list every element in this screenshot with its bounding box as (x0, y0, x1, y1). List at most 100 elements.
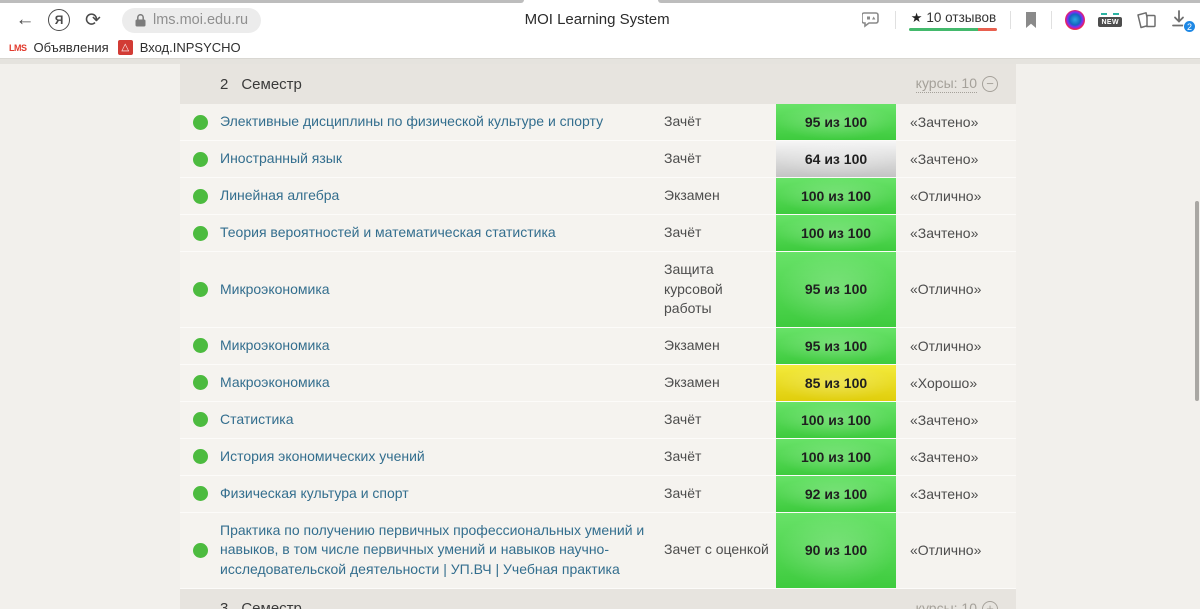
new-dashes-icon (1101, 13, 1119, 15)
lms-page: 2 Семестр курсы: 10 − Элективные дисципл… (0, 64, 1200, 609)
status-dot-cell (180, 412, 220, 427)
bookmark-item-inpsycho[interactable]: △ Вход.INPSYCHO (118, 40, 241, 55)
expand-icon[interactable]: + (982, 601, 998, 609)
grade-text: «Зачтено» (896, 225, 1016, 241)
status-dot-green-icon (193, 189, 208, 204)
semester-label: Семестр (241, 600, 302, 609)
star-icon: ★ (911, 10, 923, 26)
pyramid-icon: △ (121, 43, 129, 53)
score-badge: 85 из 100 (776, 365, 896, 401)
course-row: История экономических учений Зачёт 100 и… (180, 439, 1016, 476)
url-text: lms.moi.edu.ru (153, 12, 248, 28)
courses-count-link[interactable]: курсы: 10 (916, 75, 977, 93)
course-link[interactable]: Практика по получению первичных професси… (220, 513, 664, 588)
site-comments-icon[interactable] (862, 11, 882, 29)
lock-icon (135, 14, 146, 27)
assessment-type: Экзамен (664, 328, 776, 364)
grade-text: «Зачтено» (896, 412, 1016, 428)
assessment-type: Зачёт (664, 402, 776, 438)
assessment-type: Зачёт (664, 215, 776, 251)
new-features-icon[interactable]: NEW (1098, 13, 1122, 27)
assessment-type: Зачет с оценкой (664, 532, 776, 568)
course-link[interactable]: Микроэкономика (220, 272, 664, 308)
reviews-count-label: 10 отзывов (926, 10, 996, 25)
status-dot-green-icon (193, 486, 208, 501)
browser-toolbar: ← Я ⟳ lms.moi.edu.ru MOI Learning System… (0, 3, 1200, 37)
yandex-home-icon[interactable]: Я (48, 9, 70, 31)
assessment-type: Защита курсовой работы (664, 252, 776, 327)
grade-text: «Зачтено» (896, 449, 1016, 465)
status-dot-green-icon (193, 152, 208, 167)
score-badge: 64 из 100 (776, 141, 896, 177)
score-badge: 95 из 100 (776, 328, 896, 364)
course-link[interactable]: Линейная алгебра (220, 178, 664, 214)
grade-text: «Отлично» (896, 188, 1016, 204)
semester-3-courses-toggle[interactable]: курсы: 10 + (916, 600, 998, 609)
grade-text: «Зачтено» (896, 486, 1016, 502)
score-badge: 95 из 100 (776, 104, 896, 140)
bookmark-item-announcements[interactable]: LMS Объявления (9, 40, 109, 55)
course-link[interactable]: Статистика (220, 402, 664, 438)
grade-text: «Зачтено» (896, 151, 1016, 167)
collections-icon[interactable] (1135, 11, 1157, 29)
inpsycho-favicon: △ (118, 40, 133, 55)
course-link[interactable]: Микроэкономика (220, 328, 664, 364)
course-row: Статистика Зачёт 100 из 100 «Зачтено» (180, 402, 1016, 439)
semester-number: 2 (220, 76, 228, 93)
status-dot-green-icon (193, 543, 208, 558)
score-badge: 100 из 100 (776, 178, 896, 214)
score-badge: 92 из 100 (776, 476, 896, 512)
assessment-type: Зачёт (664, 439, 776, 475)
refresh-button[interactable]: ⟳ (78, 9, 108, 32)
course-link[interactable]: История экономических учений (220, 439, 664, 475)
downloads-button[interactable]: 2 (1170, 9, 1190, 31)
grade-text: «Хорошо» (896, 375, 1016, 391)
course-link[interactable]: Макроэкономика (220, 365, 664, 401)
course-link[interactable]: Иностранный язык (220, 141, 664, 177)
browser-extension-icon[interactable] (1065, 10, 1085, 30)
status-dot-cell (180, 449, 220, 464)
course-row: Теория вероятностей и математическая ста… (180, 215, 1016, 252)
score-badge: 100 из 100 (776, 402, 896, 438)
assessment-type: Зачёт (664, 141, 776, 177)
bookmarks-bar: LMS Объявления △ Вход.INPSYCHO (0, 37, 1200, 58)
grades-table: 2 Семестр курсы: 10 − Элективные дисципл… (180, 64, 1016, 609)
collapse-icon[interactable]: − (982, 76, 998, 92)
course-table-body: Элективные дисциплины по физической куль… (180, 104, 1016, 589)
toolbar-right-cluster: ★ 10 отзывов NEW (862, 9, 1190, 31)
bookmark-flag-icon[interactable] (1024, 11, 1038, 29)
toolbar-divider (895, 11, 896, 29)
grade-text: «Зачтено» (896, 114, 1016, 130)
grade-text: «Отлично» (896, 281, 1016, 297)
site-reviews-button[interactable]: ★ 10 отзывов (909, 10, 997, 31)
lms-favicon: LMS (9, 43, 27, 53)
course-row: Линейная алгебра Экзамен 100 из 100 «Отл… (180, 178, 1016, 215)
score-badge: 100 из 100 (776, 215, 896, 251)
score-badge: 100 из 100 (776, 439, 896, 475)
bookmark-label: Вход.INPSYCHO (140, 40, 241, 55)
course-link[interactable]: Элективные дисциплины по физической куль… (220, 104, 664, 140)
address-bar[interactable]: lms.moi.edu.ru (122, 8, 261, 33)
toolbar-divider (1051, 11, 1052, 29)
back-button[interactable]: ← (10, 9, 40, 31)
course-link[interactable]: Физическая культура и спорт (220, 476, 664, 512)
grade-text: «Отлично» (896, 542, 1016, 558)
course-link[interactable]: Теория вероятностей и математическая ста… (220, 215, 664, 251)
status-dot-cell (180, 152, 220, 167)
status-dot-cell (180, 338, 220, 353)
semester-number: 3 (220, 600, 228, 609)
status-dot-cell (180, 543, 220, 558)
new-badge: NEW (1098, 17, 1122, 27)
assessment-type: Экзамен (664, 365, 776, 401)
courses-count-link[interactable]: курсы: 10 (916, 600, 977, 609)
score-badge: 90 из 100 (776, 513, 896, 588)
rating-bar (909, 28, 997, 31)
status-dot-cell (180, 189, 220, 204)
assessment-type: Зачёт (664, 104, 776, 140)
semester-3-header: 3 Семестр курсы: 10 + (180, 589, 1016, 609)
page-scrollbar[interactable] (1195, 201, 1199, 401)
status-dot-green-icon (193, 282, 208, 297)
score-badge: 95 из 100 (776, 252, 896, 327)
toolbar-divider (1010, 11, 1011, 29)
semester-2-courses-toggle[interactable]: курсы: 10 − (916, 75, 998, 93)
